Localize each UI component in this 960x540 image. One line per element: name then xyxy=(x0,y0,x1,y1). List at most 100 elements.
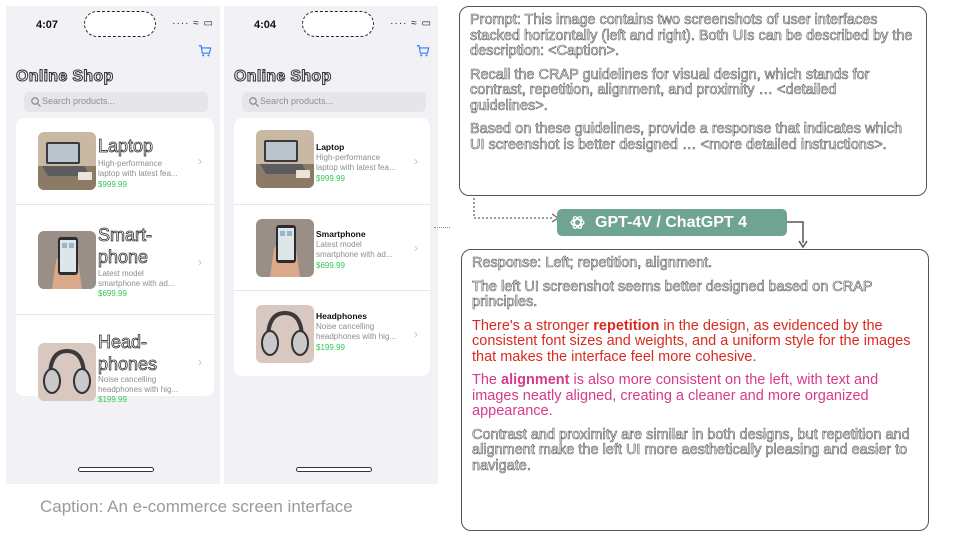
product-description-line: Latest model xyxy=(316,240,362,249)
product-row-headphones[interactable]: Headphones Noise cancelling headphones wi… xyxy=(234,290,430,376)
openai-logo-icon xyxy=(570,216,585,229)
prompt-paragraph-2: Recall the CRAP guidelines for visual de… xyxy=(470,66,870,114)
status-bar: 4:04 ···· ≈ ▭ xyxy=(224,6,438,42)
product-name-line: Smartphone xyxy=(316,229,366,239)
product-description-line: headphones with hig... xyxy=(98,385,179,394)
status-icons: ···· ≈ ▭ xyxy=(172,18,214,29)
product-price: $699.99 xyxy=(98,289,127,298)
response-paragraph-5: Contrast and proximity are similar in bo… xyxy=(472,426,910,474)
response-summary: : Left; repetition, alignment. xyxy=(537,255,713,271)
product-price: $999.99 xyxy=(98,180,127,189)
smartphone-image xyxy=(256,219,314,277)
chevron-right-icon: › xyxy=(414,154,418,168)
response-paragraph-alignment: The alignment is also more consistent on… xyxy=(472,372,918,420)
left-ui-screenshot: 4:07 ···· ≈ ▭ Online Shop Search product… xyxy=(6,6,220,484)
status-bar: 4:07 ···· ≈ ▭ xyxy=(6,6,220,42)
product-description: Latest model smartphone with ad... xyxy=(98,269,186,289)
product-description-line: smartphone with ad... xyxy=(98,279,175,288)
smartphone-image xyxy=(38,231,96,289)
product-description-line: laptop with latest fea... xyxy=(98,169,178,178)
dynamic-island xyxy=(84,11,156,37)
response-text: There's a stronger xyxy=(472,317,594,334)
search-icon xyxy=(31,97,41,107)
prompt-label: Prompt xyxy=(470,12,517,28)
page-title: Online Shop xyxy=(16,68,114,86)
headphones-image xyxy=(38,343,96,401)
search-input[interactable]: Search products... xyxy=(242,92,426,112)
search-icon xyxy=(249,97,259,107)
prompt-box: Prompt: This image contains two screensh… xyxy=(459,6,927,196)
keyword-repetition: repetition xyxy=(593,317,660,334)
product-name: Headphones xyxy=(316,311,367,321)
product-description-line: Noise cancelling xyxy=(316,322,375,331)
caption: Caption: An e-commerce screen interface xyxy=(40,497,353,516)
prompt-paragraph-1: Prompt: This image contains two screensh… xyxy=(470,12,916,60)
model-to-response-arrow xyxy=(787,221,804,243)
product-description-line: Latest model xyxy=(98,269,144,278)
chevron-right-icon: › xyxy=(414,327,418,341)
product-description-line: Noise cancelling xyxy=(98,375,157,384)
prompt-to-model-arrow xyxy=(473,198,552,219)
page-title: Online Shop xyxy=(234,68,332,86)
chevron-right-icon: › xyxy=(198,255,202,269)
response-paragraph-2: The left UI screenshot seems better desi… xyxy=(472,278,873,310)
model-to-response-arrowhead xyxy=(798,240,808,249)
product-name: Laptop xyxy=(98,135,154,157)
product-name-line: phones xyxy=(98,354,158,375)
product-list: Laptop High-performance laptop with lates… xyxy=(234,118,430,376)
dynamic-island xyxy=(302,11,374,37)
chevron-right-icon: › xyxy=(198,154,202,168)
search-input[interactable]: Search products... xyxy=(24,92,208,112)
home-indicator xyxy=(296,467,372,472)
product-price: $699.99 xyxy=(316,261,345,270)
product-description: High-performance laptop with latest fea..… xyxy=(98,159,186,179)
chevron-right-icon: › xyxy=(198,355,202,369)
product-name-line: Head- xyxy=(98,332,148,353)
product-description-line: High-performance xyxy=(98,159,163,168)
response-label: Response xyxy=(472,255,538,271)
product-price: $999.99 xyxy=(316,174,345,183)
response-paragraph-1: Response: Left; repetition, alignment. xyxy=(472,255,918,272)
product-list: Laptop High-performance laptop with lates… xyxy=(16,118,214,404)
product-row-laptop[interactable]: Laptop High-performance laptop with lates… xyxy=(234,118,430,204)
product-name-line: Headphones xyxy=(316,311,368,321)
product-row-smartphone[interactable]: Smart-phone Latest model smartphone with … xyxy=(16,204,214,314)
product-description: Noise cancelling headphones with hig... xyxy=(316,322,408,342)
response-text: The xyxy=(472,372,502,388)
prompt-paragraph-3: Based on these guidelines, provide a res… xyxy=(470,121,903,153)
product-name: Smart-phone xyxy=(98,224,153,268)
model-name: GPT-4V / ChatGPT 4 xyxy=(595,214,748,231)
product-name-line: Smart- xyxy=(98,225,153,246)
product-description: Latest model smartphone with ad... xyxy=(316,240,408,260)
product-description-line: High-performance xyxy=(316,153,381,162)
product-description: High-performance laptop with latest fea..… xyxy=(316,153,408,173)
product-price: $199.99 xyxy=(316,343,345,352)
search-placeholder: Search products... xyxy=(260,96,334,106)
chevron-right-icon: › xyxy=(414,241,418,255)
laptop-image xyxy=(256,130,314,188)
search-placeholder: Search products... xyxy=(42,96,116,106)
right-ui-screenshot: 4:04 ···· ≈ ▭ Online Shop Search product… xyxy=(224,6,438,484)
model-badge: GPT-4V / ChatGPT 4 xyxy=(557,209,787,236)
product-name-line: Laptop xyxy=(316,142,345,152)
status-icons: ···· ≈ ▭ xyxy=(390,18,432,29)
dotted-divider xyxy=(434,227,450,228)
product-name-line: phone xyxy=(98,247,149,268)
cart-icon[interactable] xyxy=(416,44,430,58)
headphones-image xyxy=(256,305,314,363)
product-price: $199.99 xyxy=(98,395,127,404)
status-time: 4:04 xyxy=(254,19,277,31)
product-row-smartphone[interactable]: Smartphone Latest model smartphone with a… xyxy=(234,204,430,290)
product-row-headphones[interactable]: Head-phones Noise cancelling headphones w… xyxy=(16,314,214,404)
response-box: Response: Left; repetition, alignment. T… xyxy=(461,249,929,531)
product-name-line: Laptop xyxy=(98,136,154,157)
keyword-alignment: alignment xyxy=(501,372,570,388)
product-description-line: smartphone with ad... xyxy=(316,250,393,259)
product-name: Head-phones xyxy=(98,331,158,375)
product-name: Smartphone xyxy=(316,229,366,239)
cart-icon[interactable] xyxy=(198,44,212,58)
product-row-laptop[interactable]: Laptop High-performance laptop with lates… xyxy=(16,118,214,204)
laptop-image xyxy=(38,132,96,190)
product-name: Laptop xyxy=(316,142,344,152)
home-indicator xyxy=(78,467,154,472)
